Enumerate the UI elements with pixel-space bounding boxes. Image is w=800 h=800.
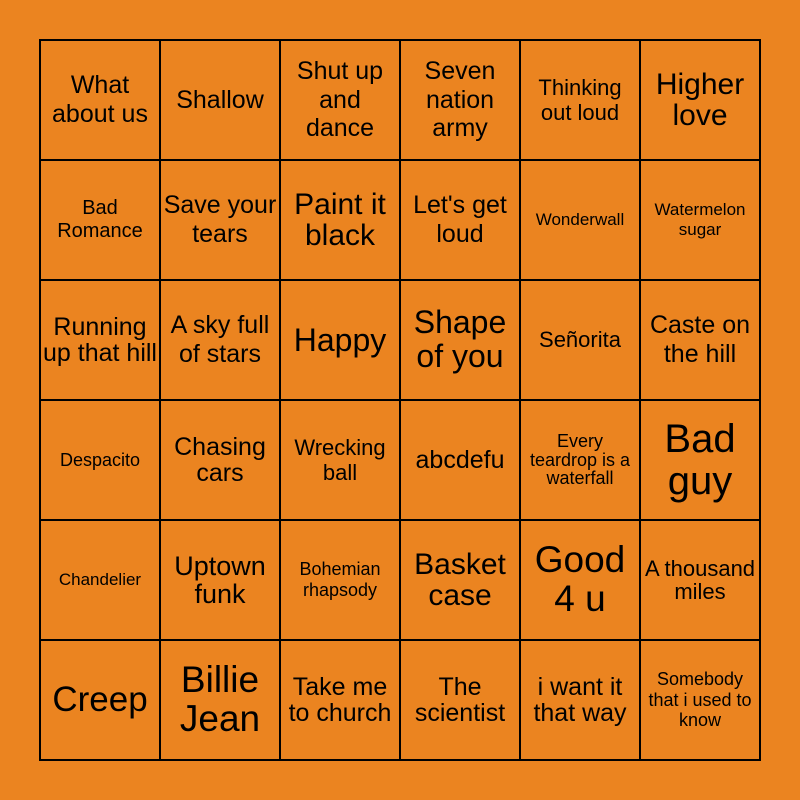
cell-label: Shallow	[176, 85, 264, 114]
bingo-cell[interactable]: A thousand miles	[641, 521, 759, 639]
bingo-cell[interactable]: The scientist	[401, 641, 519, 759]
bingo-cell[interactable]: Somebody that i used to know	[641, 641, 759, 759]
cell-label: Shape of you	[413, 304, 507, 374]
bingo-cell[interactable]: Caste on the hill	[641, 281, 759, 399]
cell-label: Basket case	[414, 547, 506, 612]
cell-label: Happy	[293, 321, 387, 358]
bingo-cell[interactable]: Seven nation army	[401, 41, 519, 159]
cell-label: Somebody that i used to know	[648, 668, 752, 731]
bingo-cell[interactable]: Bohemian rhapsody	[281, 521, 399, 639]
bingo-cell[interactable]: Shut up and dance	[281, 41, 399, 159]
bingo-cell[interactable]: Chandelier	[41, 521, 159, 639]
bingo-cell[interactable]: Every teardrop is a waterfall	[521, 401, 639, 519]
bingo-cell[interactable]: Running up that hill	[41, 281, 159, 399]
cell-label: abcdefu	[415, 445, 505, 474]
cell-label: Caste on the hill	[649, 311, 751, 368]
bingo-cell[interactable]: Shape of you	[401, 281, 519, 399]
bingo-cell[interactable]: Creep	[41, 641, 159, 759]
bingo-cell[interactable]: Paint it black	[281, 161, 399, 279]
bingo-cell[interactable]: Billie Jean	[161, 641, 279, 759]
bingo-cell[interactable]: Despacito	[41, 401, 159, 519]
bingo-cell[interactable]: Basket case	[401, 521, 519, 639]
cell-label: Bohemian rhapsody	[299, 559, 381, 600]
cell-label: A thousand miles	[644, 555, 756, 604]
bingo-cell[interactable]: Let's get loud	[401, 161, 519, 279]
cell-label: i want it that way	[533, 672, 627, 727]
cell-label: Bad guy	[664, 417, 736, 503]
cell-label: Seven nation army	[424, 56, 496, 143]
cell-label: Chasing cars	[174, 432, 266, 487]
cell-label: Billie Jean	[179, 659, 261, 739]
bingo-cell[interactable]: i want it that way	[521, 641, 639, 759]
cell-label: Bad Romance	[57, 197, 143, 242]
cell-label: Take me to church	[288, 672, 392, 727]
bingo-cell[interactable]: Thinking out loud	[521, 41, 639, 159]
cell-label: Good 4 u	[534, 539, 626, 619]
cell-label: Señorita	[539, 327, 621, 353]
cell-label: What about us	[52, 71, 148, 128]
bingo-cell[interactable]: Wrecking ball	[281, 401, 399, 519]
cell-label: Shut up and dance	[296, 56, 384, 143]
cell-label: Chandelier	[58, 570, 142, 590]
cell-label: Every teardrop is a waterfall	[529, 430, 631, 489]
bingo-cell[interactable]: A sky full of stars	[161, 281, 279, 399]
bingo-cell[interactable]: abcdefu	[401, 401, 519, 519]
bingo-cell[interactable]: Save your tears	[161, 161, 279, 279]
bingo-cell[interactable]: Good 4 u	[521, 521, 639, 639]
cell-label: Uptown funk	[174, 550, 266, 609]
cell-label: Running up that hill	[43, 312, 157, 367]
bingo-board: What about us Shallow Shut up and dance …	[39, 39, 761, 761]
bingo-cell[interactable]: Bad Romance	[41, 161, 159, 279]
cell-label: Thinking out loud	[538, 74, 622, 125]
cell-label: A sky full of stars	[170, 311, 270, 368]
bingo-cell[interactable]: Uptown funk	[161, 521, 279, 639]
bingo-cell[interactable]: Señorita	[521, 281, 639, 399]
cell-label: Paint it black	[294, 187, 386, 252]
bingo-cell[interactable]: Wonderwall	[521, 161, 639, 279]
cell-label: Let's get loud	[413, 191, 507, 248]
cell-label: The scientist	[414, 672, 506, 727]
bingo-cell[interactable]: Chasing cars	[161, 401, 279, 519]
cell-label: Save your tears	[163, 191, 277, 248]
bingo-cell[interactable]: Take me to church	[281, 641, 399, 759]
bingo-cell[interactable]: Shallow	[161, 41, 279, 159]
cell-label: Higher love	[655, 67, 745, 132]
cell-label: Watermelon sugar	[654, 200, 746, 239]
cell-label: Wrecking ball	[294, 434, 386, 485]
cell-label: Wonderwall	[535, 210, 625, 230]
bingo-cell[interactable]: Watermelon sugar	[641, 161, 759, 279]
bingo-cell[interactable]: Bad guy	[641, 401, 759, 519]
bingo-cell[interactable]: Higher love	[641, 41, 759, 159]
bingo-cell[interactable]: Happy	[281, 281, 399, 399]
bingo-cell[interactable]: What about us	[41, 41, 159, 159]
cell-label: Creep	[52, 679, 148, 719]
cell-label: Despacito	[59, 449, 141, 470]
